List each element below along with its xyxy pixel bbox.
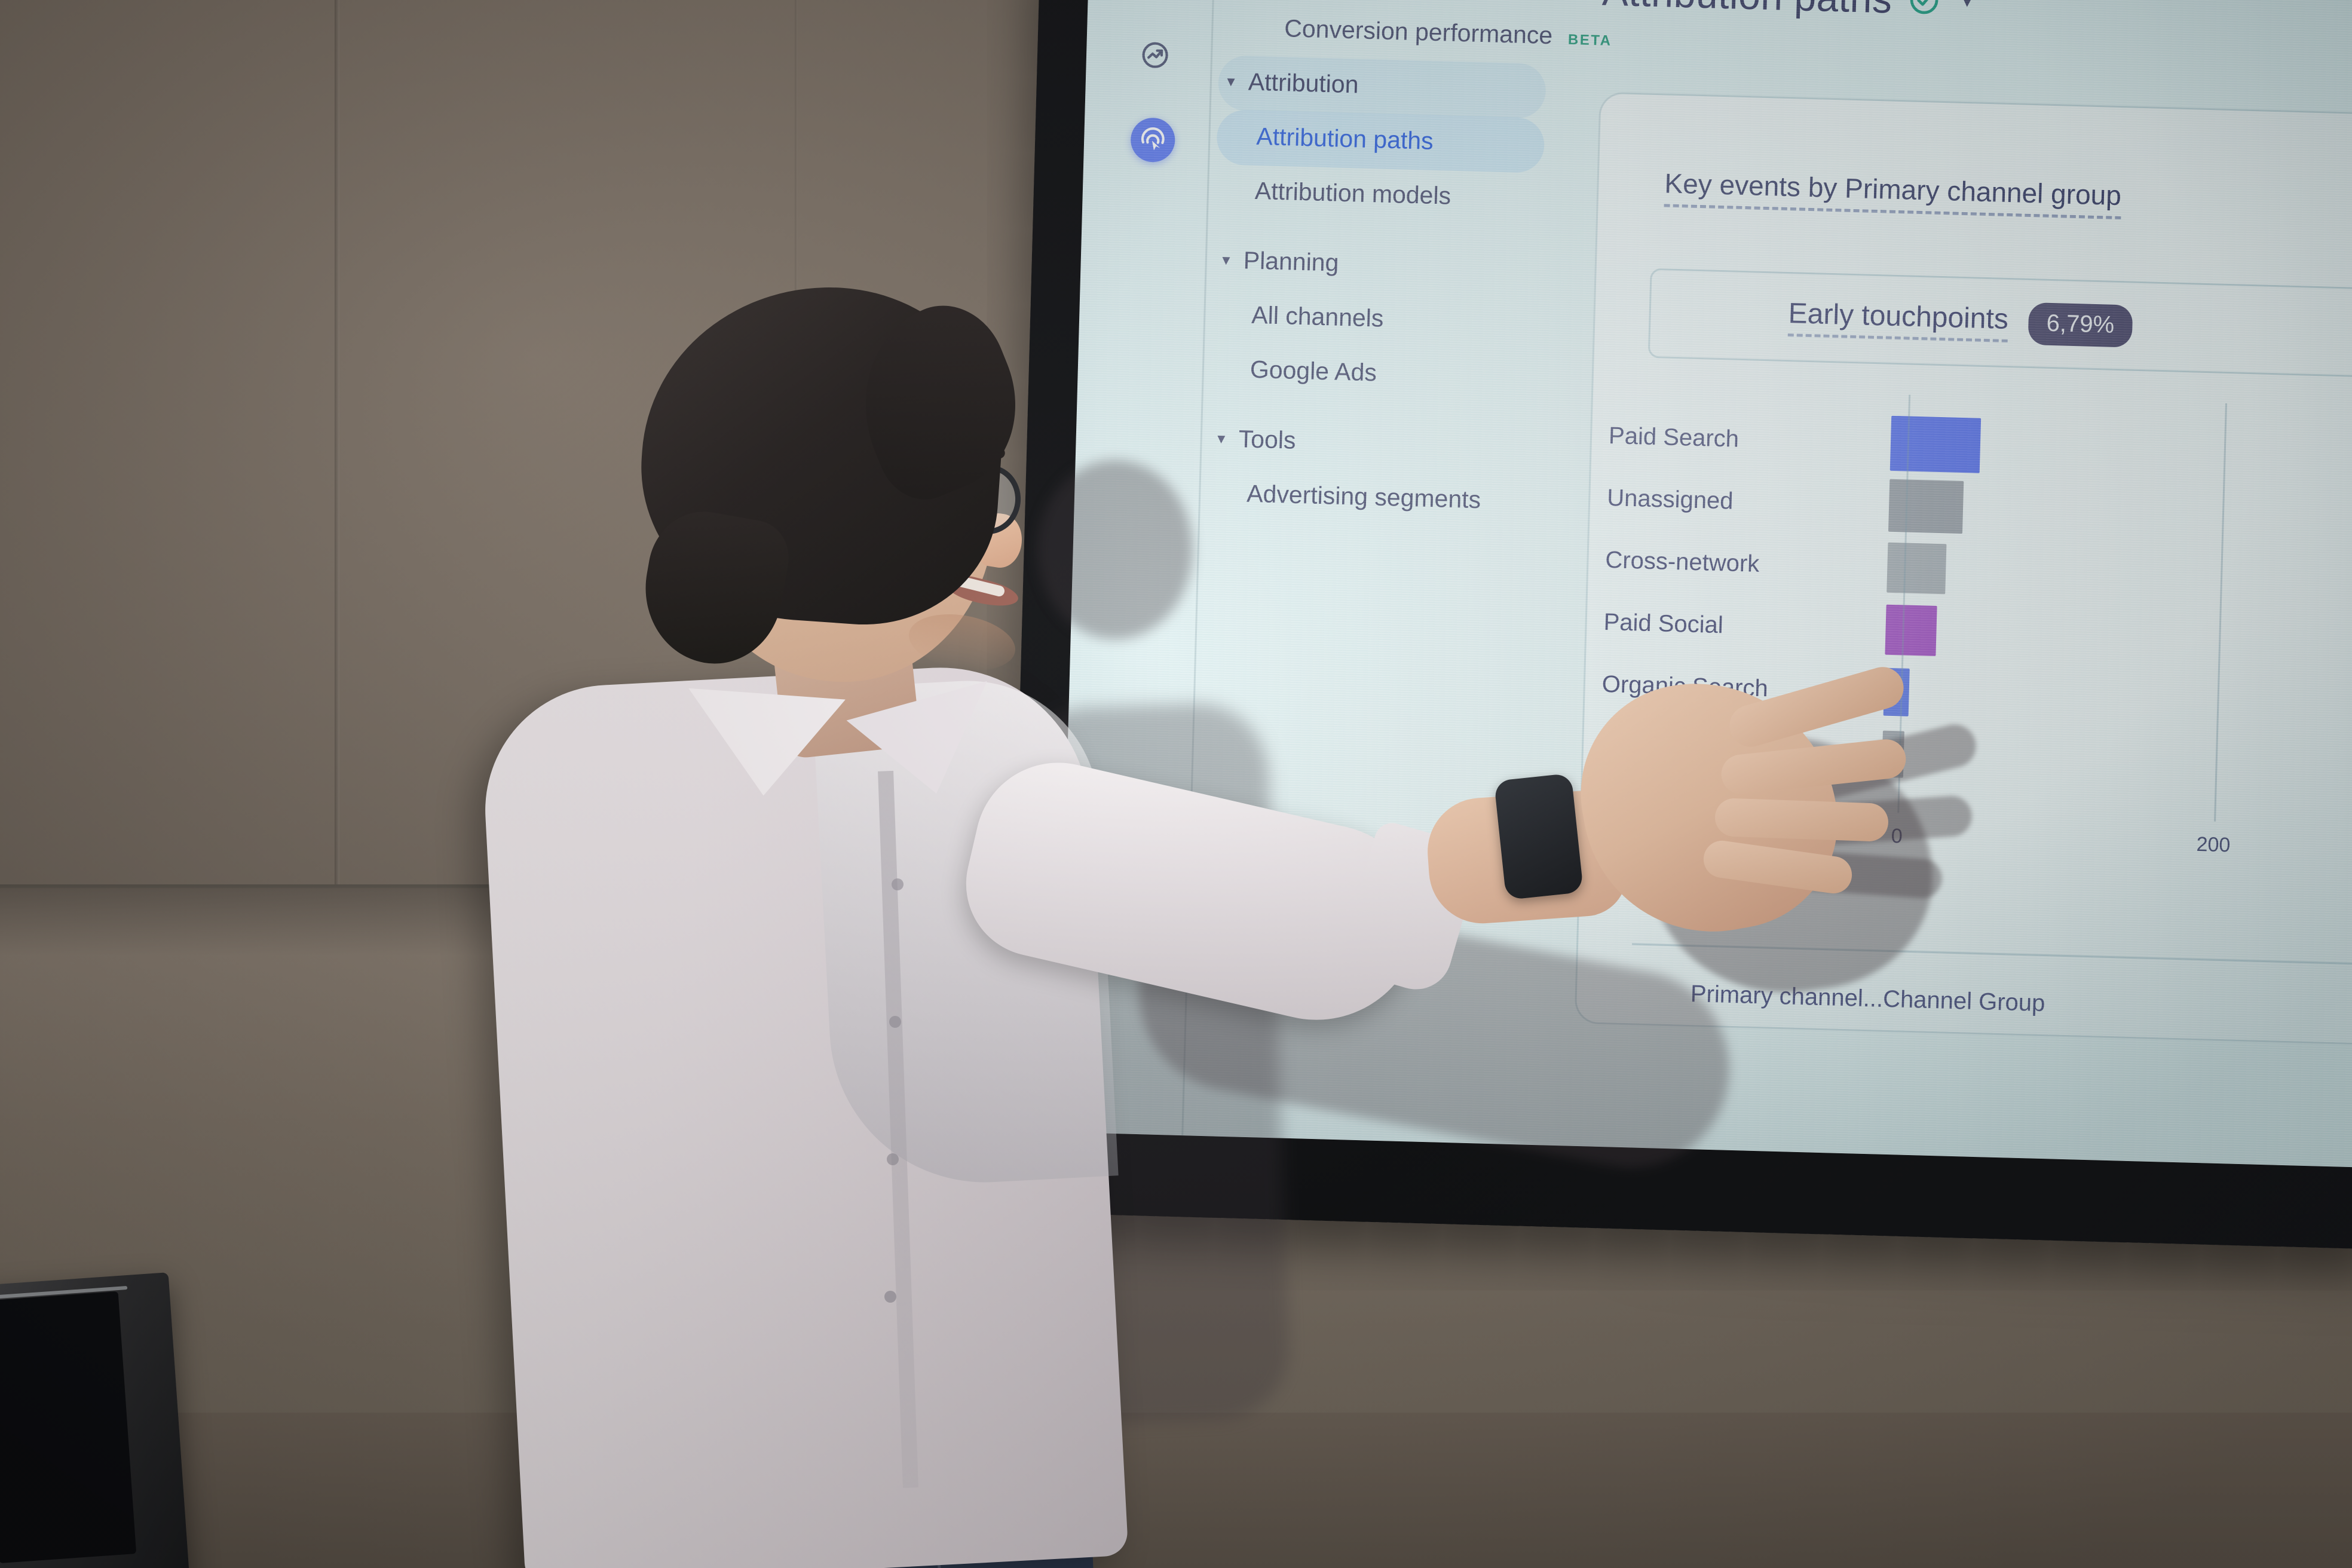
presenter: [0, 0, 2352, 1568]
shirt-button: [889, 1016, 901, 1028]
shirt-button: [884, 1291, 896, 1303]
presenter-wristwatch: [1493, 773, 1584, 901]
shirt-button: [887, 1153, 899, 1165]
screenshot-stage: Advertising ⌃ Conversion performance BET…: [0, 0, 2352, 1568]
presenter-finger: [1725, 662, 1909, 752]
presenter-finger: [1714, 797, 1889, 843]
shirt-button: [892, 878, 904, 890]
